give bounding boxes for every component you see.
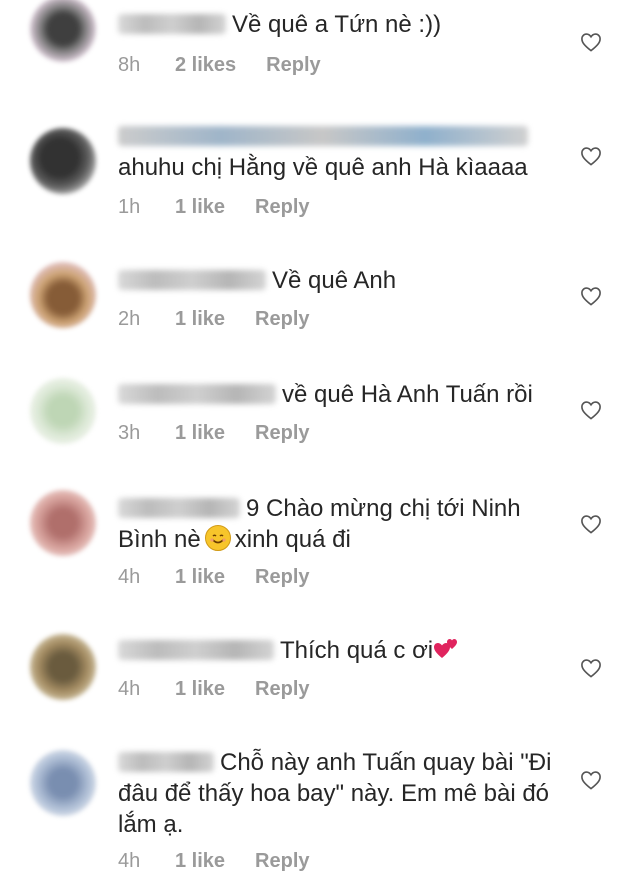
comments-list: Về quê a Tứn nè :)) 8h 2 likes Reply ahuhu… [0, 0, 640, 893]
comment-meta: 3h 1 like Reply [118, 422, 310, 445]
comment-time: 3h [118, 422, 141, 444]
comment-body: Chỗ này anh Tuấn quay bài "Đi đâu để thấ… [118, 748, 568, 839]
username-blurred[interactable] [118, 270, 266, 290]
likes-count[interactable]: 1 like [175, 566, 225, 589]
heart-outline-icon[interactable] [580, 146, 602, 166]
avatar[interactable] [30, 0, 96, 62]
comment-body: Về quê Anh [118, 266, 568, 295]
avatar[interactable] [30, 128, 96, 194]
reply-button[interactable]: Reply [255, 196, 309, 219]
comment-body: Về quê a Tứn nè :)) [118, 10, 568, 39]
comment-body: Thích quá c ơi [118, 636, 568, 665]
username-blurred[interactable] [118, 384, 276, 404]
likes-count[interactable]: 1 like [175, 678, 225, 701]
comment-text: Về quê Anh [272, 267, 397, 294]
comment-body: 9 Chào mừng chị tới Ninh Bình nè xinh quá… [118, 494, 568, 554]
comment-text: về quê Hà Anh Tuấn rồi [282, 381, 533, 408]
username-blurred[interactable] [118, 640, 274, 660]
comment-meta: 2h 1 like Reply [118, 308, 310, 331]
avatar[interactable] [30, 634, 96, 700]
comment-text-line-3: lắm ạ. [118, 811, 184, 838]
likes-count[interactable]: 1 like [175, 308, 225, 331]
comment-meta: 4h 1 like Reply [118, 850, 310, 873]
likes-count[interactable]: 2 likes [175, 54, 236, 77]
comment-time: 1h [118, 196, 141, 218]
comment-meta: 8h 2 likes Reply [118, 54, 321, 77]
comment-time: 8h [118, 54, 141, 76]
heart-outline-icon[interactable] [580, 400, 602, 420]
comment-body: về quê Hà Anh Tuấn rồi [118, 380, 568, 409]
comment-meta: 1h 1 like Reply [118, 196, 310, 219]
reply-button[interactable]: Reply [255, 308, 309, 331]
avatar[interactable] [30, 262, 96, 328]
heart-outline-icon[interactable] [580, 32, 602, 52]
avatar[interactable] [30, 750, 96, 816]
reply-button[interactable]: Reply [255, 422, 309, 445]
likes-count[interactable]: 1 like [175, 850, 225, 873]
comment-text-line-2a: Bình nè [118, 526, 201, 553]
reply-button[interactable]: Reply [255, 566, 309, 589]
comment-text: ahuhu chị Hằng về quê anh Hà kìaaaa [118, 154, 528, 181]
comment-text-line-1: Chỗ này anh Tuấn quay bài "Đi [220, 749, 552, 776]
reply-button[interactable]: Reply [255, 678, 309, 701]
username-blurred[interactable] [118, 752, 214, 772]
username-blurred[interactable] [118, 14, 226, 34]
username-blurred[interactable] [118, 126, 528, 146]
comment-time: 4h [118, 850, 141, 872]
heart-outline-icon[interactable] [580, 770, 602, 790]
likes-count[interactable]: 1 like [175, 196, 225, 219]
heart-outline-icon[interactable] [580, 658, 602, 678]
avatar[interactable] [30, 490, 96, 556]
username-blurred[interactable] [118, 498, 240, 518]
heart-outline-icon[interactable] [580, 514, 602, 534]
comment-text: Về quê a Tứn nè :)) [232, 11, 442, 38]
reply-button[interactable]: Reply [266, 54, 320, 77]
two-hearts-emoji-icon [434, 639, 458, 658]
comment-time: 4h [118, 678, 141, 700]
comment-body: ahuhu chị Hằng về quê anh Hà kìaaaa [118, 122, 568, 182]
comment-time: 2h [118, 308, 141, 330]
likes-count[interactable]: 1 like [175, 422, 225, 445]
comment-time: 4h [118, 566, 141, 588]
comment-meta: 4h 1 like Reply [118, 678, 310, 701]
heart-outline-icon[interactable] [580, 286, 602, 306]
comment-text: Thích quá c ơi [280, 637, 434, 664]
reply-button[interactable]: Reply [255, 850, 309, 873]
comment-meta: 4h 1 like Reply [118, 566, 310, 589]
comment-text-line-2: đâu để thấy hoa bay" này. Em mê bài đó [118, 780, 550, 807]
comment-text-line-2b: xinh quá đi [234, 526, 351, 553]
comment-text-line-1: 9 Chào mừng chị tới Ninh [246, 495, 521, 522]
avatar[interactable] [30, 378, 96, 444]
smiling-face-emoji-icon [204, 525, 231, 551]
